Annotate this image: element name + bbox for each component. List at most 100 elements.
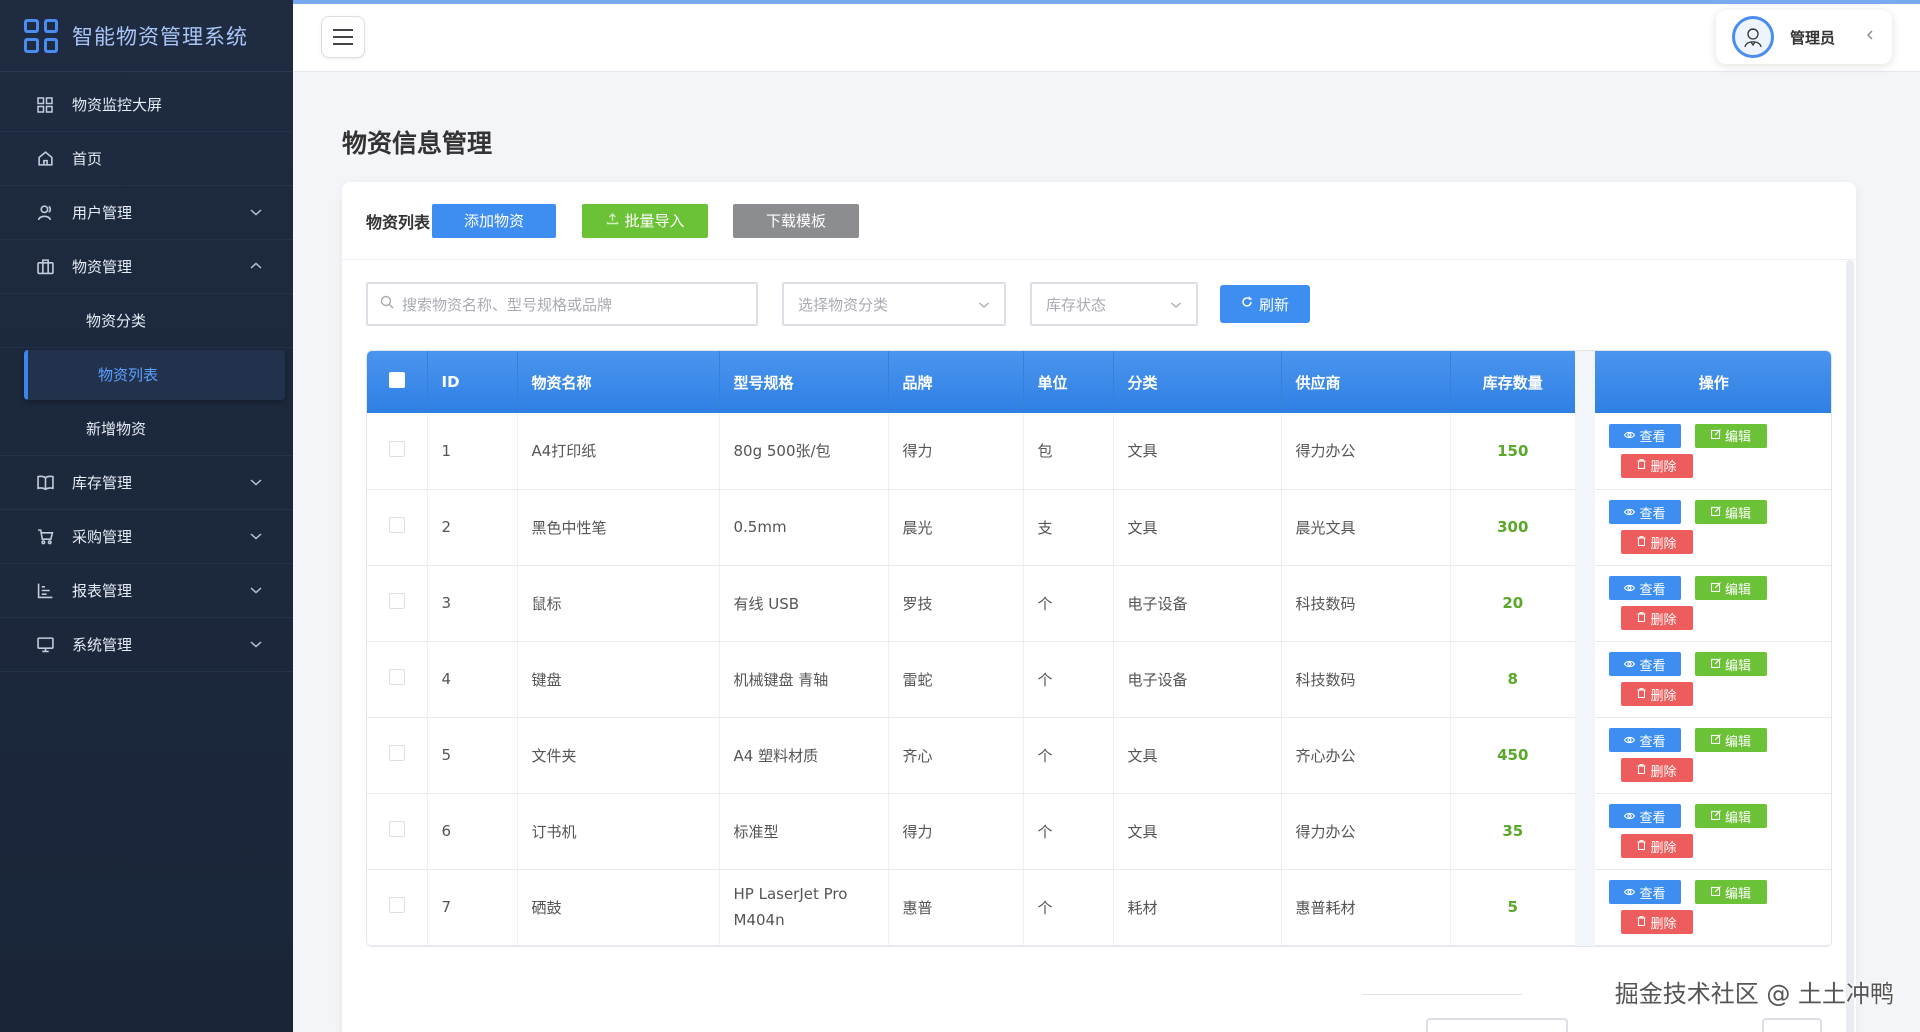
page-jump-input[interactable] (1762, 1018, 1822, 1032)
scrollbar[interactable] (1846, 260, 1854, 1032)
row-checkbox[interactable] (367, 413, 428, 490)
sidebar-item-system[interactable]: 系统管理 (0, 618, 293, 672)
edit-label: 编辑 (1724, 430, 1751, 446)
table-row: 2 黑色中性笔 0.5mm 晨光支文具 晨光文具 300 查看 编辑 删除 (367, 489, 1831, 566)
chevron-down-icon (249, 205, 263, 221)
row-checkbox[interactable] (367, 565, 428, 642)
delete-button[interactable]: 删除 (1621, 453, 1693, 478)
sidebar-item-label: 物资监控大屏 (72, 96, 163, 114)
sidebar-subitem-add-material[interactable]: 新增物资 (0, 402, 293, 456)
row-checkbox[interactable] (367, 489, 428, 566)
batch-import-button[interactable]: 批量导入 (582, 203, 709, 238)
user-menu[interactable]: 管理员 (1716, 10, 1892, 64)
row-checkbox[interactable] (367, 717, 428, 794)
edit-button[interactable]: 编辑 (1695, 576, 1767, 600)
col-header-category[interactable]: 分类 (1113, 351, 1282, 413)
cell-brand: 雷蛇 (888, 641, 1024, 718)
delete-button[interactable]: 删除 (1621, 530, 1693, 554)
view-label: 查看 (1639, 886, 1666, 902)
sidebar-item-materials[interactable]: 物资管理 (0, 240, 293, 294)
stock-status-placeholder: 库存状态 (1046, 295, 1107, 314)
col-header-name[interactable]: 物资名称 (517, 351, 720, 413)
app-logo-icon (24, 18, 58, 53)
col-header-brand[interactable]: 品牌 (888, 351, 1024, 413)
cell-stock: 5 (1450, 869, 1586, 946)
edit-button[interactable]: 编辑 (1695, 423, 1767, 448)
add-material-button[interactable]: 添加物资 (432, 203, 557, 238)
col-header-stock[interactable]: 库存数量 (1450, 351, 1586, 413)
cell-name: 订书机 (517, 793, 720, 870)
sidebar-item-reports[interactable]: 报表管理 (0, 564, 293, 618)
avatar (1732, 16, 1774, 58)
view-label: 查看 (1639, 734, 1666, 750)
edit-icon (1710, 885, 1721, 899)
sidebar-item-home[interactable]: 首页 (0, 132, 293, 186)
sidebar-item-monitor[interactable]: 物资监控大屏 (0, 78, 293, 132)
col-header-unit[interactable]: 单位 (1023, 351, 1114, 413)
sidebar-item-users[interactable]: 用户管理 (0, 186, 293, 240)
delete-button[interactable]: 删除 (1621, 682, 1693, 706)
cell-unit: 个 (1023, 869, 1114, 946)
sidebar-subitem-category[interactable]: 物资分类 (0, 294, 293, 348)
edit-label: 编辑 (1724, 506, 1751, 522)
search-icon (380, 295, 394, 313)
edit-button[interactable]: 编辑 (1695, 652, 1767, 676)
category-select[interactable]: 选择物资分类 (782, 282, 1006, 326)
search-input[interactable]: 搜索物资名称、型号规格或品牌 (366, 282, 758, 326)
delete-button[interactable]: 删除 (1621, 606, 1693, 630)
cell-supplier: 得力办公 (1281, 793, 1451, 870)
edit-button[interactable]: 编辑 (1695, 728, 1767, 752)
view-button[interactable]: 查看 (1609, 728, 1681, 752)
pagination-divider (1362, 994, 1522, 995)
stock-status-select[interactable]: 库存状态 (1030, 282, 1198, 326)
row-checkbox[interactable] (367, 793, 428, 870)
row-checkbox[interactable] (367, 641, 428, 718)
cell-supplier: 科技数码 (1281, 565, 1451, 642)
col-header-id[interactable]: ID (427, 351, 518, 413)
edit-button[interactable]: 编辑 (1695, 804, 1767, 828)
view-button[interactable]: 查看 (1609, 500, 1681, 524)
edit-label: 编辑 (1724, 886, 1751, 902)
edit-button[interactable]: 编辑 (1695, 500, 1767, 524)
view-button[interactable]: 查看 (1609, 804, 1681, 828)
view-button[interactable]: 查看 (1609, 423, 1681, 448)
select-all-checkbox[interactable] (367, 351, 428, 413)
delete-button[interactable]: 删除 (1621, 758, 1693, 782)
delete-label: 删除 (1650, 612, 1677, 628)
col-header-supplier[interactable]: 供应商 (1281, 351, 1451, 413)
edit-label: 编辑 (1724, 734, 1751, 750)
cell-brand: 晨光 (888, 489, 1024, 566)
book-icon (36, 474, 54, 492)
col-header-model[interactable]: 型号规格 (719, 351, 889, 413)
watermark: 掘金技术社区 @ 土土冲鸭 (1614, 980, 1894, 1008)
delete-label: 删除 (1650, 764, 1677, 780)
view-button[interactable]: 查看 (1609, 576, 1681, 600)
delete-button[interactable]: 删除 (1621, 910, 1693, 934)
page-size-select[interactable] (1426, 1018, 1568, 1032)
sidebar-subitem-material-list[interactable]: 物资列表 (24, 350, 285, 400)
row-checkbox[interactable] (367, 869, 428, 946)
delete-label: 删除 (1650, 536, 1677, 552)
chevron-left-icon (1866, 29, 1874, 45)
edit-label: 编辑 (1724, 582, 1751, 598)
delete-button[interactable]: 删除 (1621, 834, 1693, 858)
sidebar-item-label: 首页 (72, 150, 103, 168)
edit-button[interactable]: 编辑 (1695, 880, 1767, 904)
download-template-button[interactable]: 下载模板 (733, 203, 860, 238)
cell-model: A4 塑料材质 (719, 717, 889, 794)
table-row: 4 键盘 机械键盘 青轴 雷蛇个电子设备 科技数码 8 查看 编辑 删除 (367, 641, 1831, 718)
menu-toggle-icon[interactable] (321, 16, 365, 58)
cell-category: 耗材 (1113, 869, 1282, 946)
sidebar-item-label: 采购管理 (72, 528, 133, 546)
chevron-down-icon (249, 529, 263, 545)
delete-label: 删除 (1650, 840, 1677, 856)
sidebar-item-inventory[interactable]: 库存管理 (0, 456, 293, 510)
sidebar-item-purchase[interactable]: 采购管理 (0, 510, 293, 564)
cell-actions: 查看 编辑 删除 (1575, 717, 1831, 794)
view-button[interactable]: 查看 (1609, 880, 1681, 904)
delete-label: 删除 (1650, 688, 1677, 704)
view-button[interactable]: 查看 (1609, 652, 1681, 676)
cell-stock: 150 (1450, 413, 1586, 490)
refresh-button[interactable]: 刷新 (1220, 285, 1310, 323)
cell-supplier: 科技数码 (1281, 641, 1451, 718)
